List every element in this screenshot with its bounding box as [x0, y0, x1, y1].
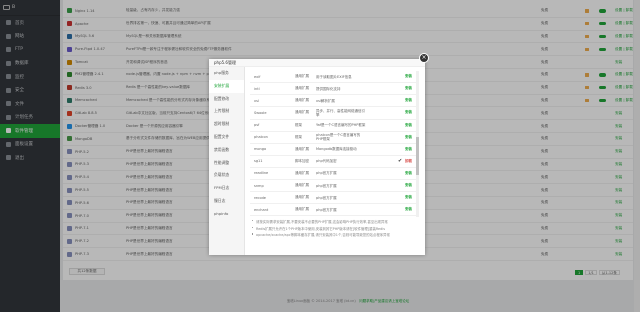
- extension-row: readline 通用扩展 php官方扩展 安装: [250, 168, 418, 181]
- extension-type: 通用扩展: [295, 170, 309, 175]
- extension-row: phalcon 框架 phalcon是一个C语言编写的PHP框架 安装: [250, 132, 418, 144]
- note-item: Redis扩展只允许在1个PHP版本中使用,安装到其它PHP版本请在[软件管理]…: [252, 226, 420, 231]
- extension-desc: php官方扩展: [316, 207, 337, 212]
- dialog-nav-item[interactable]: 上传限制: [209, 105, 244, 118]
- extension-row: sg11 脚本加密 php代码加密 ✔ 卸载: [250, 156, 418, 168]
- note-item: 请按实际需求安装扩展,不要安装不必要的PHP扩展,这会影响PHP执行效率,甚至出…: [252, 219, 420, 224]
- extension-notes: 请按实际需求安装扩展,不要安装不必要的PHP扩展,这会影响PHP执行效率,甚至出…: [252, 219, 420, 239]
- extension-type: 通用扩展: [295, 146, 309, 151]
- extension-desc: php官方扩展: [316, 171, 337, 176]
- extension-row: intl 通用扩展 提供国际化支持 安装: [250, 83, 418, 96]
- extension-desc: Mongodb数据库连接驱动: [316, 147, 357, 152]
- extension-action-button[interactable]: 安装: [405, 171, 412, 176]
- extension-desc: Yaf是一个C语言编写的PHP框架: [316, 123, 366, 128]
- dialog-nav-item[interactable]: 负载状态: [209, 169, 244, 182]
- extension-action-button[interactable]: 安装: [405, 86, 412, 91]
- extension-row: mongo 通用扩展 Mongodb数据库连接驱动 安装: [250, 144, 418, 156]
- extension-name: mongo: [254, 147, 267, 152]
- dialog-nav-item[interactable]: 安装扩展: [209, 79, 244, 93]
- extension-name: Swoole: [254, 110, 267, 115]
- dialog-nav-item[interactable]: 超时限制: [209, 118, 244, 131]
- dialog-nav-item[interactable]: 配置文件: [209, 131, 244, 144]
- extension-desc: xsl解析扩展: [316, 98, 335, 103]
- extension-action-button[interactable]: 安装: [405, 110, 412, 115]
- extension-desc: php代码加密: [316, 159, 337, 164]
- extension-type: 通用扩展: [295, 195, 309, 200]
- dialog-nav-item[interactable]: FPM日志: [209, 182, 244, 195]
- extension-action-button[interactable]: 安装: [405, 207, 412, 212]
- dialog-nav-item[interactable]: php服务: [209, 67, 244, 80]
- extension-type: 通用扩展: [295, 86, 309, 91]
- extension-row: recode 通用扩展 php官方扩展 安装: [250, 192, 418, 205]
- note-item: opcache/xcache/apc等脚本缓存扩展,请只安装其中1个,否则可能导…: [252, 232, 420, 237]
- extension-table: exif 通用扩展 用于读取图片EXIF信息 安装 intl 通用扩展 提供国际化支持 安装 x…: [250, 71, 420, 217]
- dialog-title: php5.6管理: [209, 59, 425, 67]
- dialog-nav-item[interactable]: phpinfo: [209, 208, 244, 221]
- extension-name: exif: [254, 74, 261, 79]
- extension-row: Swoole 通用扩展 异步、并行、高性能网络通信引擎 安装: [250, 107, 418, 120]
- extension-action-button[interactable]: 安装: [405, 183, 412, 188]
- dialog-nav-item[interactable]: 性能调整: [209, 157, 244, 170]
- extension-desc: 用于读取图片EXIF信息: [316, 74, 352, 79]
- extension-name: enchant: [254, 207, 269, 212]
- extension-name: xsl: [254, 98, 259, 103]
- extension-type: 通用扩展: [295, 183, 309, 188]
- dialog-nav: php服务 安装扩展 配置修改 上传限制 超时限制 配置文件 禁用函数 性能调整 负载状态 FPM…: [209, 67, 245, 255]
- extension-row: exif 通用扩展 用于读取图片EXIF信息 安装: [250, 71, 418, 84]
- extension-name: sg11: [254, 159, 263, 164]
- extension-action-button[interactable]: 安装: [405, 123, 412, 128]
- extension-type: 通用扩展: [295, 110, 309, 115]
- extension-scroll-thumb[interactable]: [416, 137, 419, 175]
- extension-type: 通用扩展: [295, 74, 309, 79]
- extension-action-button[interactable]: 安装: [405, 74, 412, 79]
- dialog-nav-item[interactable]: 禁用函数: [209, 144, 244, 157]
- extension-action-button[interactable]: 安装: [405, 135, 412, 140]
- extension-name: psf: [254, 123, 260, 128]
- extension-name: intl: [254, 86, 260, 91]
- close-icon[interactable]: ×: [419, 53, 429, 63]
- extension-action-button[interactable]: 安装: [405, 147, 412, 152]
- extension-desc: php官方扩展: [316, 183, 337, 188]
- extension-name: snmp: [254, 183, 264, 188]
- extension-desc: 提供国际化支持: [316, 86, 341, 91]
- extension-name: recode: [254, 195, 266, 200]
- extension-desc: phalcon是一个C语言编写的PHP框架: [316, 133, 361, 142]
- php-manage-dialog: php5.6管理 × php服务 安装扩展 配置修改 上传限制 超时限制 配置文件 禁用函数…: [209, 53, 429, 255]
- extension-desc: php官方扩展: [316, 195, 337, 200]
- extension-desc: 异步、并行、高性能网络通信引擎: [316, 108, 365, 117]
- extension-action-button[interactable]: 安装: [405, 195, 412, 200]
- extension-row: snmp 通用扩展 php官方扩展 安装: [250, 180, 418, 193]
- extension-action-button[interactable]: 安装: [405, 98, 412, 103]
- extension-name: phalcon: [254, 135, 268, 140]
- extension-name: readline: [254, 171, 269, 176]
- extension-type: 脚本加密: [295, 158, 309, 163]
- extension-status: ✔: [398, 158, 403, 165]
- extension-action-button[interactable]: 卸载: [405, 159, 412, 164]
- extension-row: xsl 通用扩展 xsl解析扩展 安装: [250, 95, 418, 108]
- extension-type: 通用扩展: [295, 207, 309, 212]
- extension-type: 框架: [295, 122, 302, 127]
- extension-type: 框架: [295, 134, 302, 139]
- extension-row: enchant 通用扩展 php官方扩展 安装: [250, 204, 418, 217]
- dialog-nav-item[interactable]: 配置修改: [209, 93, 244, 106]
- extension-row: psf 框架 Yaf是一个C语言编写的PHP框架 安装: [250, 119, 418, 132]
- extension-type: 通用扩展: [295, 98, 309, 103]
- dialog-nav-item[interactable]: 慢日志: [209, 195, 244, 208]
